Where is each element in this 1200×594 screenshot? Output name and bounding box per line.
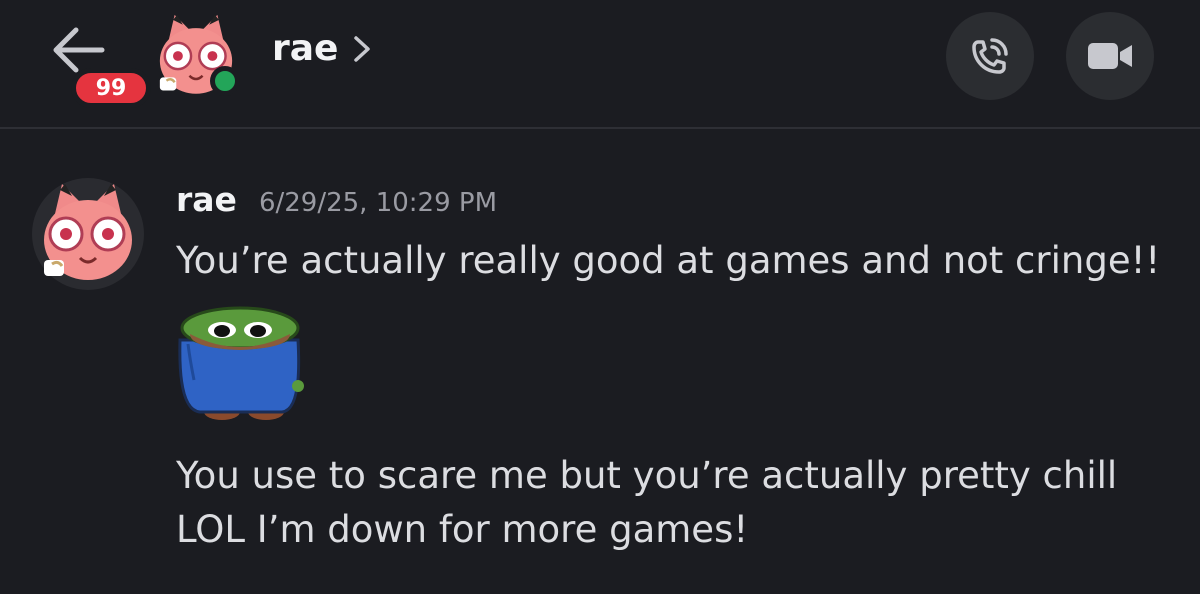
message-author[interactable]: rae [176, 180, 237, 219]
sticker-image[interactable] [170, 300, 306, 428]
chat-title: rae [272, 28, 339, 69]
chat-title-button[interactable]: rae [272, 28, 374, 69]
chevron-right-icon [354, 35, 371, 62]
message-header: rae 6/29/25, 10:29 PM [176, 180, 497, 219]
message-timestamp: 6/29/25, 10:29 PM [258, 188, 497, 218]
avatar[interactable] [32, 178, 144, 290]
message-text: You use to scare me but you’re actually … [176, 454, 1118, 497]
video-camera-icon [1088, 43, 1132, 69]
message-text: You’re actually really good at games and… [176, 239, 1161, 282]
header-divider [0, 127, 1200, 129]
status-indicator [210, 66, 240, 96]
message-text: LOL I’m down for more games! [176, 508, 749, 551]
phone-call-icon [972, 38, 1008, 74]
video-call-button[interactable] [1066, 12, 1154, 100]
chat-header: 99 rae [0, 0, 1200, 128]
unread-badge: 99 [71, 68, 151, 108]
voice-call-button[interactable] [946, 12, 1034, 100]
